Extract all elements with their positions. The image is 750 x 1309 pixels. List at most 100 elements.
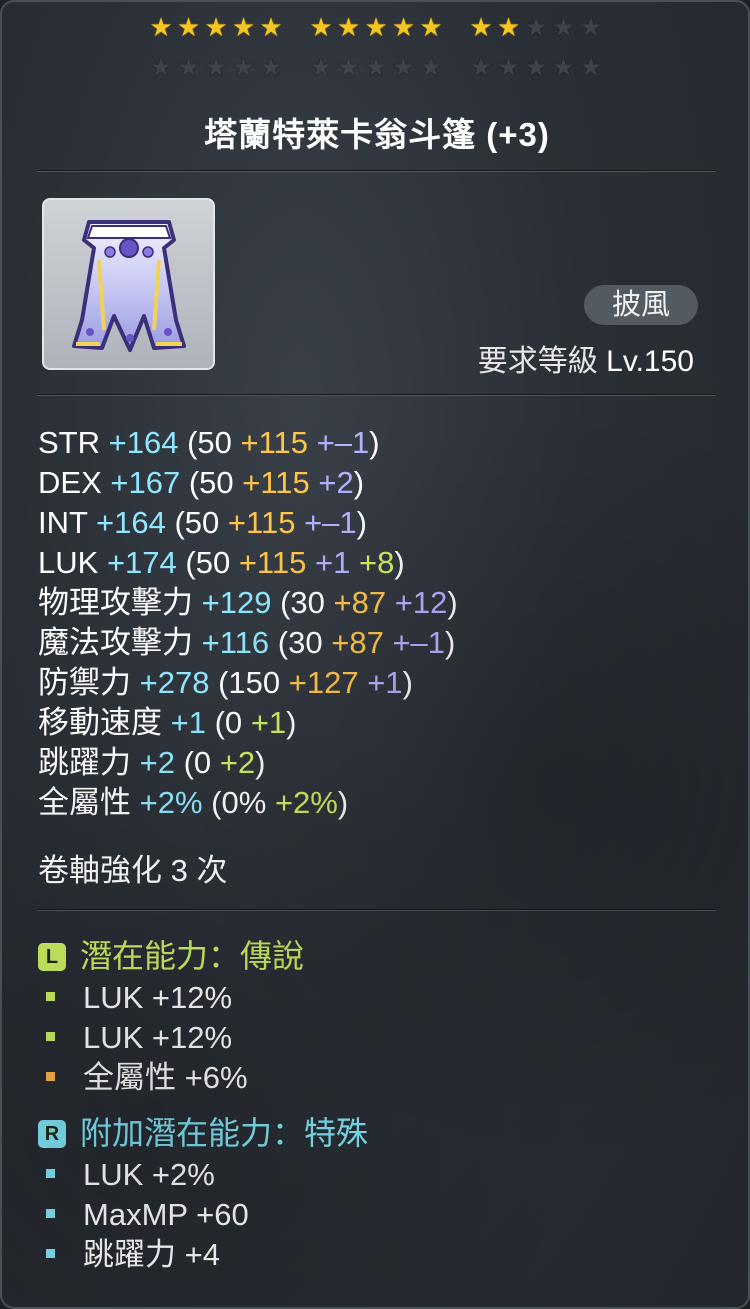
star-empty-icon: ★ bbox=[419, 53, 443, 83]
star-empty-icon: ★ bbox=[391, 53, 416, 83]
stat-base: (50 bbox=[174, 505, 220, 540]
bullet-icon bbox=[46, 992, 55, 1001]
stat-bonus-star: +87 bbox=[333, 585, 387, 620]
star-filled-icon: ★ bbox=[204, 13, 228, 43]
stat-row: 移動速度 +1 (0 +1) bbox=[38, 703, 297, 743]
stat-label: DEX bbox=[38, 465, 102, 500]
stat-bonus-flame: +1 bbox=[250, 705, 287, 740]
star-empty-icon: ★ bbox=[259, 53, 283, 83]
stat-bonus-flame: +2 bbox=[219, 745, 256, 780]
stat-close: ) bbox=[356, 505, 367, 540]
star-filled-icon: ★ bbox=[176, 13, 201, 43]
stat-row: 跳躍力 +2 (0 +2) bbox=[38, 743, 266, 783]
stat-row: DEX +167 (50 +115 +2) bbox=[38, 463, 364, 503]
stat-label: 防禦力 bbox=[38, 665, 131, 700]
stat-total: +167 bbox=[110, 465, 181, 500]
star-empty-icon: ★ bbox=[364, 53, 388, 83]
stat-base: (50 bbox=[185, 545, 231, 580]
stat-close: ) bbox=[394, 545, 405, 580]
star-empty-icon: ★ bbox=[309, 53, 333, 83]
star-empty-icon: ★ bbox=[149, 53, 173, 83]
stat-label: 移動速度 bbox=[38, 705, 162, 740]
stat-base: (0 bbox=[183, 745, 212, 780]
potential-title: 潛在能力：傳說 bbox=[80, 938, 305, 974]
star-empty-icon: ★ bbox=[524, 53, 548, 83]
stat-bonus-scroll: +2 bbox=[318, 465, 354, 500]
potential-line: LUK +2% bbox=[38, 1155, 215, 1195]
bullet-icon bbox=[46, 1209, 55, 1218]
legendary-grade-icon: L bbox=[38, 943, 66, 971]
stat-total: +1 bbox=[170, 705, 206, 740]
divider bbox=[38, 170, 716, 172]
stat-base: (150 bbox=[218, 665, 281, 700]
additional-potential-title: 附加潛在能力：特殊 bbox=[80, 1115, 369, 1151]
stat-row: 魔法攻擊力 +116 (30 +87 +–1) bbox=[38, 623, 455, 663]
bullet-icon bbox=[46, 1072, 55, 1081]
stat-row: STR +164 (50 +115 +–1) bbox=[38, 423, 380, 463]
stat-bonus-flame: +8 bbox=[358, 545, 395, 580]
rare-grade-icon: R bbox=[38, 1120, 66, 1148]
star-filled-icon: ★ bbox=[364, 13, 388, 43]
potential-line-text: LUK +12% bbox=[83, 1020, 233, 1055]
stat-base: (30 bbox=[277, 625, 323, 660]
item-type-badge: 披風 bbox=[584, 285, 698, 325]
starforce-row-2: ★ ★ ★ ★ ★ ★ ★ ★ ★ ★ ★ ★ ★ ★ ★ bbox=[2, 53, 748, 84]
star-empty-icon: ★ bbox=[496, 53, 521, 83]
stat-base: (50 bbox=[188, 465, 234, 500]
star-empty-icon: ★ bbox=[551, 13, 576, 43]
stat-total: +2 bbox=[139, 745, 175, 780]
stat-total: +278 bbox=[139, 665, 210, 700]
stat-bonus-scroll: +–1 bbox=[304, 505, 357, 540]
stat-total: +164 bbox=[96, 505, 166, 540]
stat-total: +174 bbox=[106, 545, 177, 580]
divider bbox=[38, 394, 716, 396]
stat-total: +129 bbox=[201, 585, 272, 620]
stat-label: LUK bbox=[38, 545, 99, 580]
bullet-icon bbox=[46, 1249, 55, 1258]
star-filled-icon: ★ bbox=[259, 13, 283, 43]
star-empty-icon: ★ bbox=[579, 13, 603, 43]
item-tooltip: ★ ★ ★ ★ ★ ★ ★ ★ ★ ★ ★ ★ ★ ★ ★ ★ ★ ★ ★ ★ ★ ★ ★ ★ ★ ★ ★ ★ ★ ★ 塔蘭特萊卡翁斗篷… bbox=[0, 0, 750, 1309]
star-empty-icon: ★ bbox=[176, 53, 201, 83]
stat-label: INT bbox=[38, 505, 88, 540]
star-filled-icon: ★ bbox=[231, 13, 256, 43]
required-level-label: 要求等級 bbox=[477, 345, 598, 378]
stat-total: +2% bbox=[139, 785, 203, 820]
star-empty-icon: ★ bbox=[551, 53, 576, 83]
divider bbox=[38, 909, 716, 911]
stat-close: ) bbox=[337, 785, 349, 820]
stat-total: +116 bbox=[201, 625, 270, 660]
star-filled-icon: ★ bbox=[391, 13, 416, 43]
stat-close: ) bbox=[445, 625, 456, 660]
stat-label: STR bbox=[38, 425, 100, 460]
stat-bonus-star: +115 bbox=[238, 545, 307, 580]
star-empty-icon: ★ bbox=[231, 53, 256, 83]
stat-close: ) bbox=[402, 665, 413, 700]
stat-bonus-scroll: +1 bbox=[314, 545, 351, 580]
potential-header: L 潛在能力：傳說 bbox=[38, 936, 304, 976]
starforce-row-1: ★ ★ ★ ★ ★ ★ ★ ★ ★ ★ ★ ★ ★ ★ ★ bbox=[2, 13, 748, 44]
stat-row: 全屬性 +2% (0% +2%) bbox=[38, 783, 348, 823]
stat-row: LUK +174 (50 +115 +1 +8) bbox=[38, 543, 405, 583]
stat-bonus-star: +127 bbox=[288, 665, 359, 700]
stat-label: 物理攻擊力 bbox=[38, 585, 193, 620]
stat-close: ) bbox=[255, 745, 266, 780]
item-icon-frame bbox=[42, 198, 215, 370]
stat-row: INT +164 (50 +115 +–1) bbox=[38, 503, 367, 543]
star-empty-icon: ★ bbox=[524, 13, 548, 43]
potential-line: 跳躍力 +4 bbox=[38, 1235, 220, 1275]
potential-line: LUK +12% bbox=[38, 978, 232, 1018]
stat-close: ) bbox=[286, 705, 297, 740]
stat-base: (0 bbox=[214, 705, 243, 740]
star-filled-icon: ★ bbox=[309, 13, 333, 43]
star-filled-icon: ★ bbox=[496, 13, 521, 43]
additional-potential-header: R 附加潛在能力：特殊 bbox=[38, 1113, 368, 1153]
stat-bonus-star: +87 bbox=[331, 625, 384, 660]
stat-base: (30 bbox=[280, 585, 325, 620]
stat-bonus-flame: +2% bbox=[274, 785, 338, 820]
stat-bonus-scroll: +–1 bbox=[392, 625, 446, 660]
stat-bonus-scroll: +–1 bbox=[316, 425, 370, 460]
stat-bonus-scroll: +12 bbox=[394, 585, 448, 620]
stat-bonus-star: +115 bbox=[227, 505, 296, 540]
star-empty-icon: ★ bbox=[204, 53, 228, 83]
